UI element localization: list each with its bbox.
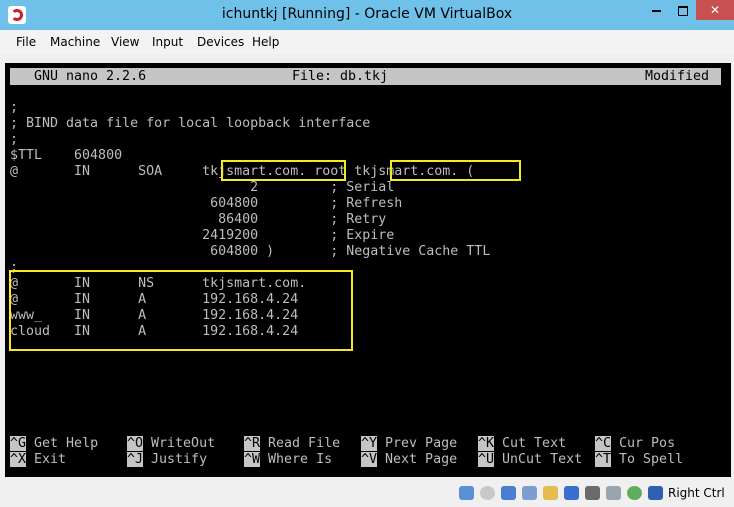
menu-file[interactable]: File [16,35,36,49]
editor-line[interactable]: 604800 ) ; Negative Cache TTL [10,244,490,260]
host-key-label: Right Ctrl [668,486,725,500]
usb-icon[interactable] [522,486,537,500]
menu-machine[interactable]: Machine [50,35,100,49]
hard-disk-icon[interactable] [459,486,474,500]
cpu-icon[interactable] [627,486,642,500]
network-icon[interactable] [501,486,516,500]
highlight-box-records [9,270,353,351]
nano-title-bar: GNU nano 2.2.6 File: db.tkj Modified [10,68,721,85]
editor-line[interactable]: 604800 ; Refresh [10,196,402,212]
editor-line[interactable]: ; BIND data file for local loopback inte… [10,116,370,132]
title-bar[interactable]: ichuntkj [Running] - Oracle VM VirtualBo… [0,0,734,30]
shortcut-to-spell[interactable]: ^T To Spell [595,452,683,468]
highlight-box-soa-email [390,160,521,181]
shortcut-read-file[interactable]: ^R Read File [244,436,340,452]
shortcut-exit[interactable]: ^X Exit [10,452,66,468]
shortcut-cur-pos[interactable]: ^C Cur Pos [595,436,675,452]
virtualbox-window: ichuntkj [Running] - Oracle VM VirtualBo… [0,0,734,507]
menu-help[interactable]: Help [252,35,279,49]
menu-input[interactable]: Input [152,35,183,49]
shortcut-next-page[interactable]: ^V Next Page [361,452,457,468]
maximize-button[interactable] [670,0,696,20]
vm-status-bar: Right Ctrl [0,481,734,507]
editor-line[interactable]: 86400 ; Retry [10,212,386,228]
shortcut-prev-page[interactable]: ^Y Prev Page [361,436,457,452]
minimize-button[interactable] [643,0,670,20]
editor-line[interactable]: $TTL 604800 [10,148,122,164]
shared-folders-icon[interactable] [543,486,558,500]
nano-modified-flag: Modified [645,69,710,84]
mouse-integration-icon[interactable] [606,486,621,500]
nano-version: GNU nano 2.2.6 [34,69,147,84]
video-capture-icon[interactable] [585,486,600,500]
window-title: ichuntkj [Running] - Oracle VM VirtualBo… [221,6,513,22]
maximize-icon [678,5,688,16]
editor-line[interactable]: 2 ; Serial [10,180,394,196]
close-button[interactable]: ✕ [696,0,734,20]
highlight-box-soa-domain [221,160,346,181]
minimize-icon [652,9,661,12]
shortcut-uncut-text[interactable]: ^U UnCut Text [478,452,582,468]
shortcut-get-help[interactable]: ^G Get Help [10,436,98,452]
menu-bar: File Machine View Input Devices Help [0,30,734,54]
vm-display[interactable]: GNU nano 2.2.6 File: db.tkj Modified ; ;… [5,63,731,477]
shortcut-justify[interactable]: ^J Justify [127,452,207,468]
shortcut-writeout[interactable]: ^O WriteOut [127,436,215,452]
close-icon: ✕ [709,3,721,17]
editor-line[interactable]: ; [10,100,18,116]
shortcut-where-is[interactable]: ^W Where Is [244,452,332,468]
editor-line[interactable]: ; [10,132,18,148]
menu-devices[interactable]: Devices [197,35,244,49]
nano-filename: File: db.tkj [292,69,389,84]
display-icon[interactable] [564,486,579,500]
optical-drive-icon[interactable] [480,486,495,500]
shortcut-cut-text[interactable]: ^K Cut Text [478,436,566,452]
editor-line[interactable]: 2419200 ; Expire [10,228,394,244]
keyboard-icon[interactable] [648,486,663,500]
menu-view[interactable]: View [111,35,139,49]
